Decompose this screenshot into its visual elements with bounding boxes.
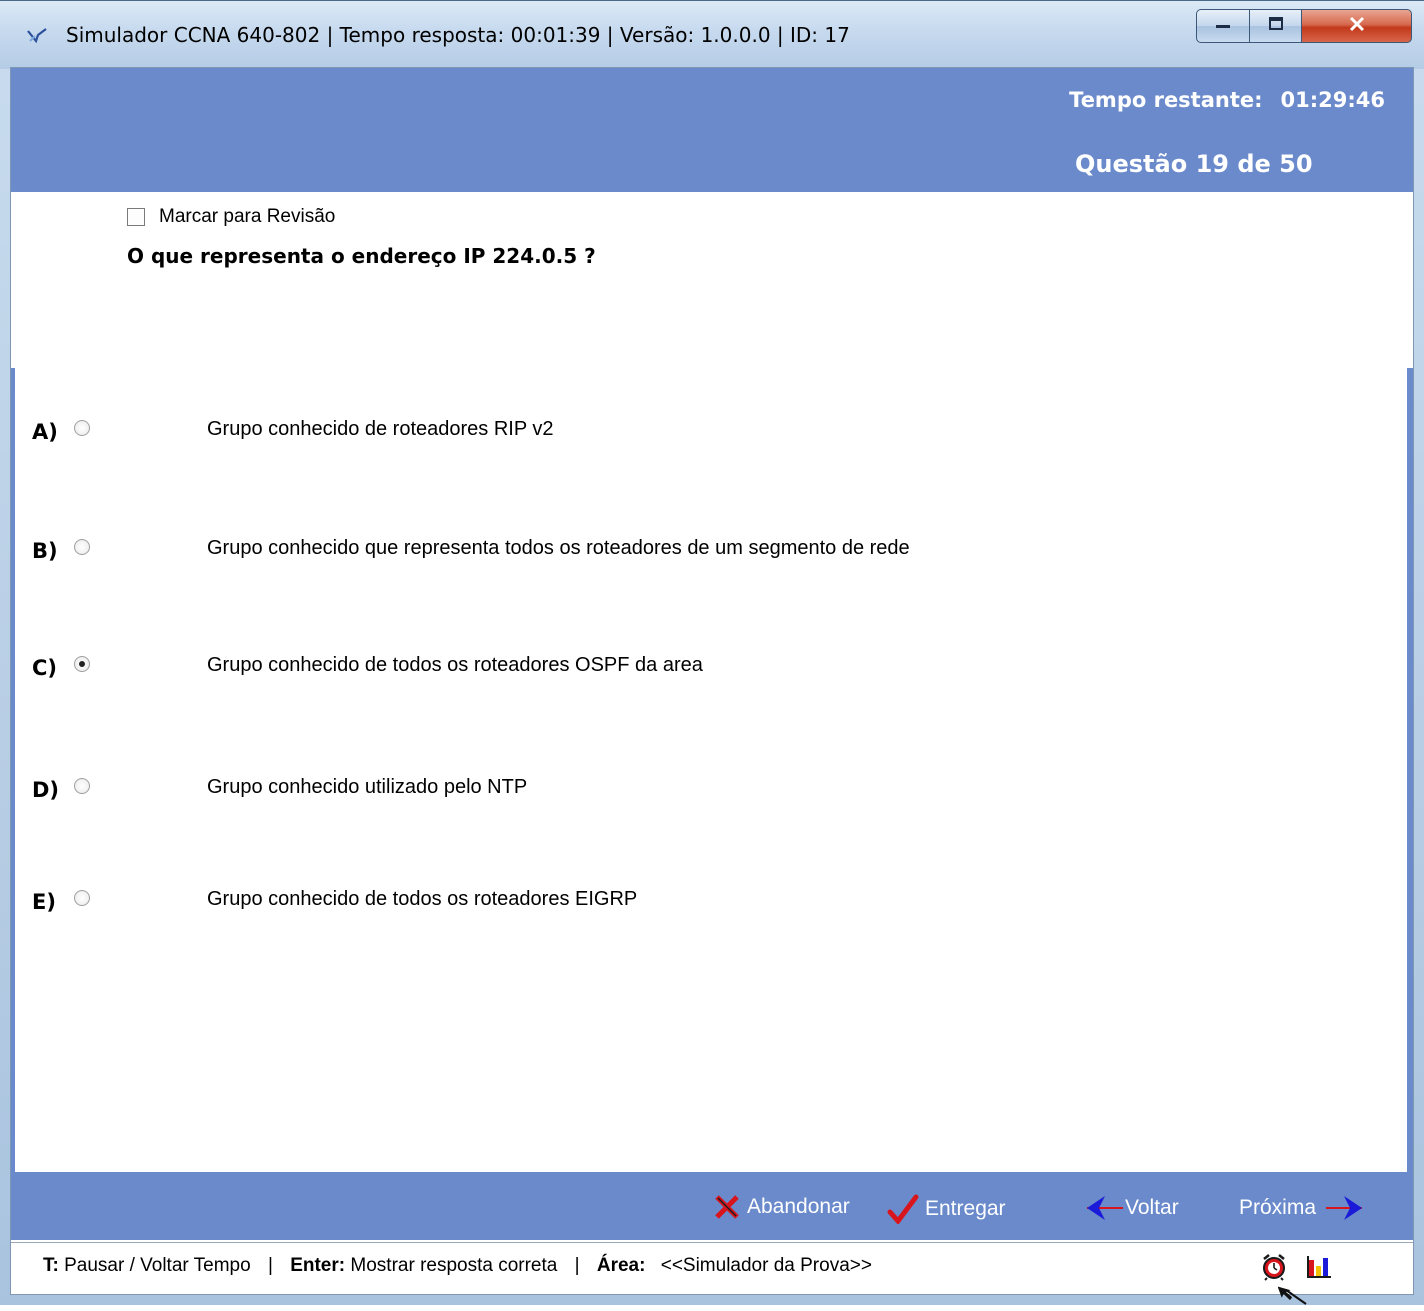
status-bar: T: Pausar / Voltar Tempo | Enter: Mostra… xyxy=(11,1242,1413,1294)
footer-toolbar: Abandonar Entregar Voltar Próxima xyxy=(11,1172,1413,1240)
submit-label: Entregar xyxy=(925,1197,1006,1220)
abandon-label: Abandonar xyxy=(747,1195,850,1218)
option-radio[interactable] xyxy=(74,778,90,794)
option-c[interactable]: C) Grupo conhecido de todos os roteadore… xyxy=(11,648,1401,688)
shortcut-hints: T: Pausar / Voltar Tempo | Enter: Mostra… xyxy=(43,1255,872,1277)
window-controls xyxy=(1196,9,1414,45)
app-window: Simulador CCNA 640-802 | Tempo resposta:… xyxy=(0,0,1424,1305)
time-remaining: Tempo restante: 01:29:46 xyxy=(1069,88,1385,112)
close-icon xyxy=(1347,15,1367,38)
minimize-icon xyxy=(1214,17,1232,35)
abandon-x-icon xyxy=(713,1194,741,1220)
option-text: Grupo conhecido utilizado pelo NTP xyxy=(207,776,528,798)
option-letter: B) xyxy=(32,539,58,563)
option-text: Grupo conhecido que representa todos os … xyxy=(207,537,910,559)
back-label: Voltar xyxy=(1125,1196,1179,1219)
minimize-button[interactable] xyxy=(1196,9,1250,43)
checkmark-icon xyxy=(887,1194,919,1224)
time-remaining-value: 01:29:46 xyxy=(1280,88,1385,112)
review-label: Marcar para Revisão xyxy=(159,206,336,227)
next-arrow-icon xyxy=(1324,1194,1364,1222)
area-label: Área: xyxy=(596,1255,646,1276)
app-icon xyxy=(26,25,48,47)
option-letter: E) xyxy=(32,890,56,914)
separator: | xyxy=(574,1255,580,1276)
submit-button[interactable]: Entregar xyxy=(887,1194,1006,1224)
option-text: Grupo conhecido de todos os roteadores E… xyxy=(207,888,638,910)
shortcut-t-desc: Pausar / Voltar Tempo xyxy=(64,1255,251,1276)
question-text: O que representa o endereço IP 224.0.5 ? xyxy=(127,244,596,268)
maximize-icon xyxy=(1267,16,1285,37)
shortcut-key-enter: Enter: xyxy=(290,1255,346,1276)
review-checkbox[interactable] xyxy=(127,208,145,226)
option-text: Grupo conhecido de roteadores RIP v2 xyxy=(207,418,554,440)
review-toggle[interactable]: Marcar para Revisão xyxy=(127,206,335,228)
area-value: <<Simulador da Prova>> xyxy=(660,1255,872,1276)
option-radio-selected[interactable] xyxy=(74,656,90,672)
option-letter: D) xyxy=(32,778,60,802)
shortcut-key-t: T: xyxy=(43,1255,59,1276)
close-button[interactable] xyxy=(1302,9,1412,43)
next-label: Próxima xyxy=(1239,1196,1317,1219)
option-radio[interactable] xyxy=(74,539,90,555)
right-accent-bar xyxy=(1407,368,1413,1174)
client-area: Tempo restante: 01:29:46 Questão 19 de 50… xyxy=(10,67,1414,1295)
back-button[interactable]: Voltar xyxy=(1085,1194,1179,1222)
window-title: Simulador CCNA 640-802 | Tempo resposta:… xyxy=(66,23,850,47)
option-letter: A) xyxy=(32,420,58,444)
time-remaining-label: Tempo restante: xyxy=(1069,88,1263,112)
mouse-cursor-icon xyxy=(1277,1282,1308,1306)
next-button[interactable]: Próxima xyxy=(1239,1194,1364,1222)
option-radio[interactable] xyxy=(74,420,90,436)
option-text: Grupo conhecido de todos os roteadores O… xyxy=(207,654,703,676)
back-arrow-icon xyxy=(1085,1194,1125,1222)
option-e[interactable]: E) Grupo conhecido de todos os roteadore… xyxy=(11,882,1401,922)
abandon-button[interactable]: Abandonar xyxy=(713,1194,850,1220)
chart-icon[interactable] xyxy=(1305,1254,1333,1285)
separator: | xyxy=(267,1255,273,1276)
option-radio[interactable] xyxy=(74,890,90,906)
shortcut-enter-desc: Mostrar resposta correta xyxy=(350,1255,558,1276)
option-letter: C) xyxy=(32,656,58,680)
option-a[interactable]: A) Grupo conhecido de roteadores RIP v2 xyxy=(11,412,1401,452)
maximize-button[interactable] xyxy=(1250,9,1302,43)
option-b[interactable]: B) Grupo conhecido que representa todos … xyxy=(11,531,1401,571)
option-d[interactable]: D) Grupo conhecido utilizado pelo NTP xyxy=(11,770,1401,810)
question-counter: Questão 19 de 50 xyxy=(1075,150,1313,178)
header-band: Tempo restante: 01:29:46 Questão 19 de 50 xyxy=(11,68,1413,192)
title-bar[interactable]: Simulador CCNA 640-802 | Tempo resposta:… xyxy=(0,0,1424,69)
